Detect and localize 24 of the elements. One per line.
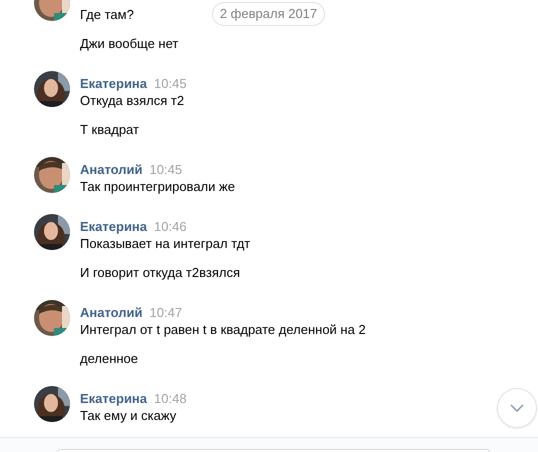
message-text: деленное — [80, 351, 140, 367]
scroll-down-button[interactable] — [497, 388, 537, 428]
message-field[interactable] — [57, 449, 490, 452]
date-badge: 2 февраля 2017 — [212, 2, 325, 26]
message-text: Джи вообще нет — [80, 36, 178, 52]
author-name[interactable]: Анатолий — [80, 162, 143, 178]
message-time: 10:47 — [150, 305, 182, 321]
message-text: Так проинтегрировали же — [80, 179, 235, 195]
message-text: Показывает на интеграл тдт — [80, 236, 250, 252]
message-time: 10:46 — [154, 219, 187, 235]
message-text: Откуда взялся т2 — [80, 93, 186, 109]
chevron-down-icon — [510, 404, 524, 412]
message-text: Т квадрат — [80, 122, 140, 138]
message-text: Где там? — [80, 7, 135, 23]
author-name[interactable]: Анатолий — [80, 305, 143, 321]
message-text: И говорит откуда т2взялся — [80, 265, 241, 281]
author-name[interactable]: Екатерина — [80, 219, 148, 235]
message-time: 10:48 — [154, 391, 187, 407]
author-name[interactable]: Екатерина — [80, 391, 148, 407]
author-name[interactable]: Екатерина — [80, 76, 148, 92]
message-time: 10:45 — [150, 162, 182, 178]
message-time: 10:45 — [154, 76, 187, 92]
message-text: Так ему и скажу — [80, 408, 178, 424]
message-text: Интеграл от t равен t в квадрате деленной на 2 — [80, 322, 366, 338]
